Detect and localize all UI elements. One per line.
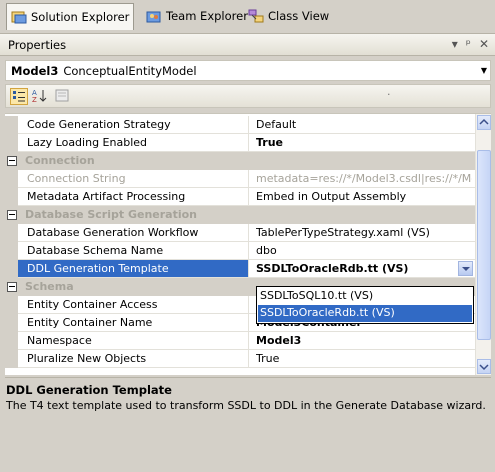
categorized-icon[interactable] xyxy=(10,88,28,105)
alphabetical-icon[interactable]: AZ xyxy=(32,88,50,105)
svg-text:Z: Z xyxy=(32,96,37,103)
tab-label: Solution Explorer xyxy=(31,10,130,24)
vertical-scrollbar[interactable] xyxy=(475,114,491,375)
property-value[interactable]: TablePerTypeStrategy.xaml (VS) xyxy=(256,226,472,239)
property-value[interactable]: dbo xyxy=(256,244,472,257)
property-name: Metadata Artifact Processing xyxy=(27,190,186,203)
template-dropdown-list[interactable]: SSDLToSQL10.tt (VS) SSDLToOracleRdb.tt (… xyxy=(256,286,474,324)
object-selector[interactable]: Model3 ConceptualEntityModel ▼ xyxy=(5,60,491,81)
chevron-down-icon[interactable]: ▼ xyxy=(481,66,487,75)
toolbar-dot: · xyxy=(387,88,391,101)
property-value[interactable]: True xyxy=(256,136,472,149)
window-position-icon[interactable]: ▾ xyxy=(452,37,458,51)
tab-team-explorer[interactable]: Team Explorer xyxy=(142,3,252,28)
auto-hide-pin-icon[interactable]: ᵖ xyxy=(466,37,471,51)
description-pane: DDL Generation Template The T4 text temp… xyxy=(5,377,491,472)
property-name: Database Generation Workflow xyxy=(27,226,199,239)
property-value[interactable]: SSDLToOracleRdb.tt (VS) xyxy=(256,262,472,275)
property-name: DDL Generation Template xyxy=(18,260,248,277)
property-value[interactable]: Model3 xyxy=(256,334,472,347)
scroll-down-icon[interactable] xyxy=(477,359,491,374)
property-value[interactable]: metadata=res://*/Model3.csdl|res://*/Mc xyxy=(256,172,472,185)
object-name: Model3 xyxy=(11,63,59,78)
property-name: Code Generation Strategy xyxy=(27,118,171,131)
property-row[interactable]: Pluralize New Objects True xyxy=(5,350,475,368)
scroll-up-icon[interactable] xyxy=(477,115,491,130)
property-row-selected[interactable]: DDL Generation Template SSDLToOracleRdb.… xyxy=(5,260,475,278)
property-name: Namespace xyxy=(27,334,92,347)
class-view-icon xyxy=(248,9,264,23)
panel-title: Properties xyxy=(8,37,67,52)
dropdown-option[interactable]: SSDLToSQL10.tt (VS) xyxy=(258,288,472,305)
property-row[interactable]: Database Generation Workflow TablePerTyp… xyxy=(5,224,475,242)
property-grid: Code Generation Strategy Default Lazy Lo… xyxy=(5,113,491,375)
property-name: Connection String xyxy=(27,172,126,185)
properties-titlebar: Properties ▾ ᵖ ✕ xyxy=(0,34,495,56)
collapse-icon[interactable] xyxy=(7,282,17,292)
property-value[interactable]: True xyxy=(256,352,472,365)
tab-class-view[interactable]: Class View xyxy=(244,3,333,28)
description-text: The T4 text template used to transform S… xyxy=(6,399,486,412)
team-explorer-icon xyxy=(146,9,162,23)
tab-solution-explorer[interactable]: Solution Explorer xyxy=(6,3,135,30)
solution-explorer-icon xyxy=(11,10,27,24)
property-name: Pluralize New Objects xyxy=(27,352,147,365)
property-row[interactable]: Code Generation Strategy Default xyxy=(5,116,475,134)
dropdown-arrow-icon[interactable] xyxy=(458,261,473,276)
properties-toolbar: AZ · xyxy=(5,84,491,108)
property-row[interactable]: Lazy Loading Enabled True xyxy=(5,134,475,152)
tab-label: Team Explorer xyxy=(166,8,248,23)
category-label: Schema xyxy=(25,280,74,293)
property-row[interactable]: Namespace Model3 xyxy=(5,332,475,350)
dropdown-option-highlighted[interactable]: SSDLToOracleRdb.tt (VS) xyxy=(258,305,472,322)
description-title: DDL Generation Template xyxy=(6,383,172,397)
property-row[interactable]: Connection String metadata=res://*/Model… xyxy=(5,170,475,188)
category-row[interactable]: Connection xyxy=(5,152,475,170)
collapse-icon[interactable] xyxy=(7,156,17,166)
category-label: Database Script Generation xyxy=(25,208,198,221)
property-value[interactable]: Embed in Output Assembly xyxy=(256,190,472,203)
property-name: Lazy Loading Enabled xyxy=(27,136,147,149)
property-pages-icon[interactable] xyxy=(54,88,72,105)
property-name: Entity Container Name xyxy=(27,316,153,329)
property-name: Database Schema Name xyxy=(27,244,164,257)
tool-window-tabstrip: Solution Explorer Team Explorer Class Vi… xyxy=(0,0,495,34)
close-icon[interactable]: ✕ xyxy=(479,37,489,51)
object-type: ConceptualEntityModel xyxy=(63,63,197,78)
property-row[interactable]: Database Schema Name dbo xyxy=(5,242,475,260)
property-row[interactable]: Metadata Artifact Processing Embed in Ou… xyxy=(5,188,475,206)
collapse-icon[interactable] xyxy=(7,210,17,220)
category-row[interactable]: Database Script Generation xyxy=(5,206,475,224)
property-name: Entity Container Access xyxy=(27,298,158,311)
scrollbar-thumb[interactable] xyxy=(477,150,491,340)
tab-label: Class View xyxy=(268,8,330,23)
category-label: Connection xyxy=(25,154,95,167)
property-value[interactable]: Default xyxy=(256,118,472,131)
